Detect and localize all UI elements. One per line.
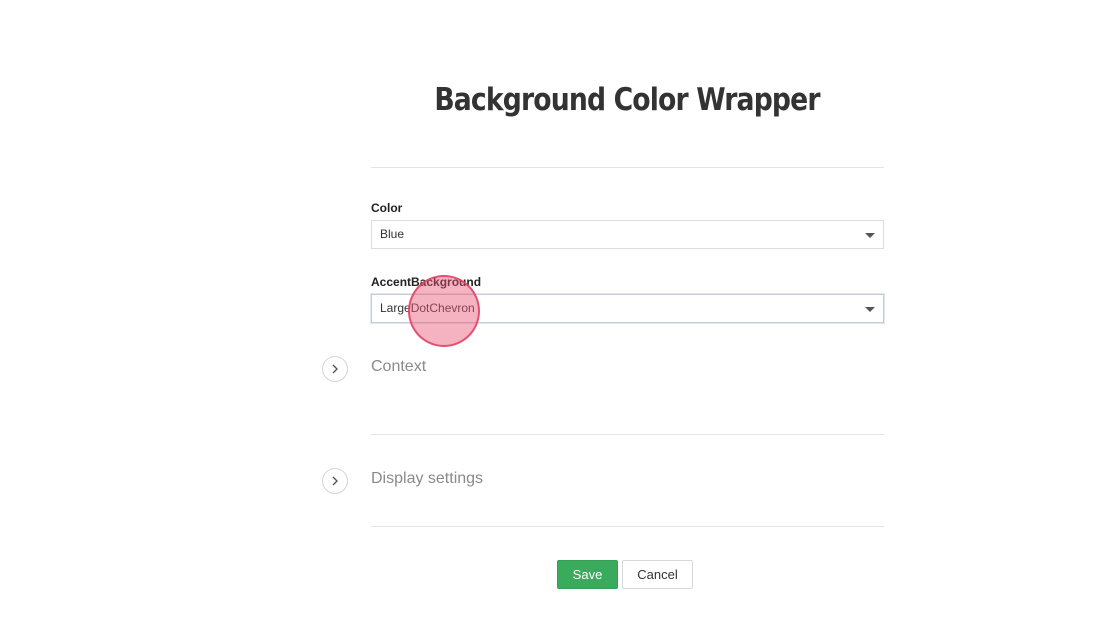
caret-down-icon bbox=[865, 233, 875, 238]
display-settings-section-title[interactable]: Display settings bbox=[371, 470, 483, 488]
cancel-button[interactable]: Cancel bbox=[622, 560, 693, 589]
accent-background-select-value: LargeDotChevron bbox=[380, 301, 475, 315]
divider bbox=[371, 526, 884, 527]
context-section-title[interactable]: Context bbox=[371, 358, 426, 376]
page: Background Color Wrapper Color Blue Acce… bbox=[0, 0, 1120, 626]
context-expand-toggle[interactable] bbox=[322, 356, 348, 382]
divider bbox=[371, 167, 884, 168]
save-button[interactable]: Save bbox=[557, 560, 618, 589]
accent-background-label: AccentBackground bbox=[371, 275, 482, 289]
caret-down-icon bbox=[865, 307, 875, 312]
accent-background-select[interactable]: LargeDotChevron bbox=[371, 294, 884, 323]
chevron-right-icon bbox=[332, 476, 338, 486]
chevron-right-icon bbox=[332, 364, 338, 374]
display-settings-expand-toggle[interactable] bbox=[322, 468, 348, 494]
divider bbox=[371, 434, 884, 435]
color-label: Color bbox=[371, 201, 403, 215]
page-title: Background Color Wrapper bbox=[434, 82, 820, 118]
color-select[interactable]: Blue bbox=[371, 220, 884, 249]
color-select-value: Blue bbox=[380, 227, 405, 241]
